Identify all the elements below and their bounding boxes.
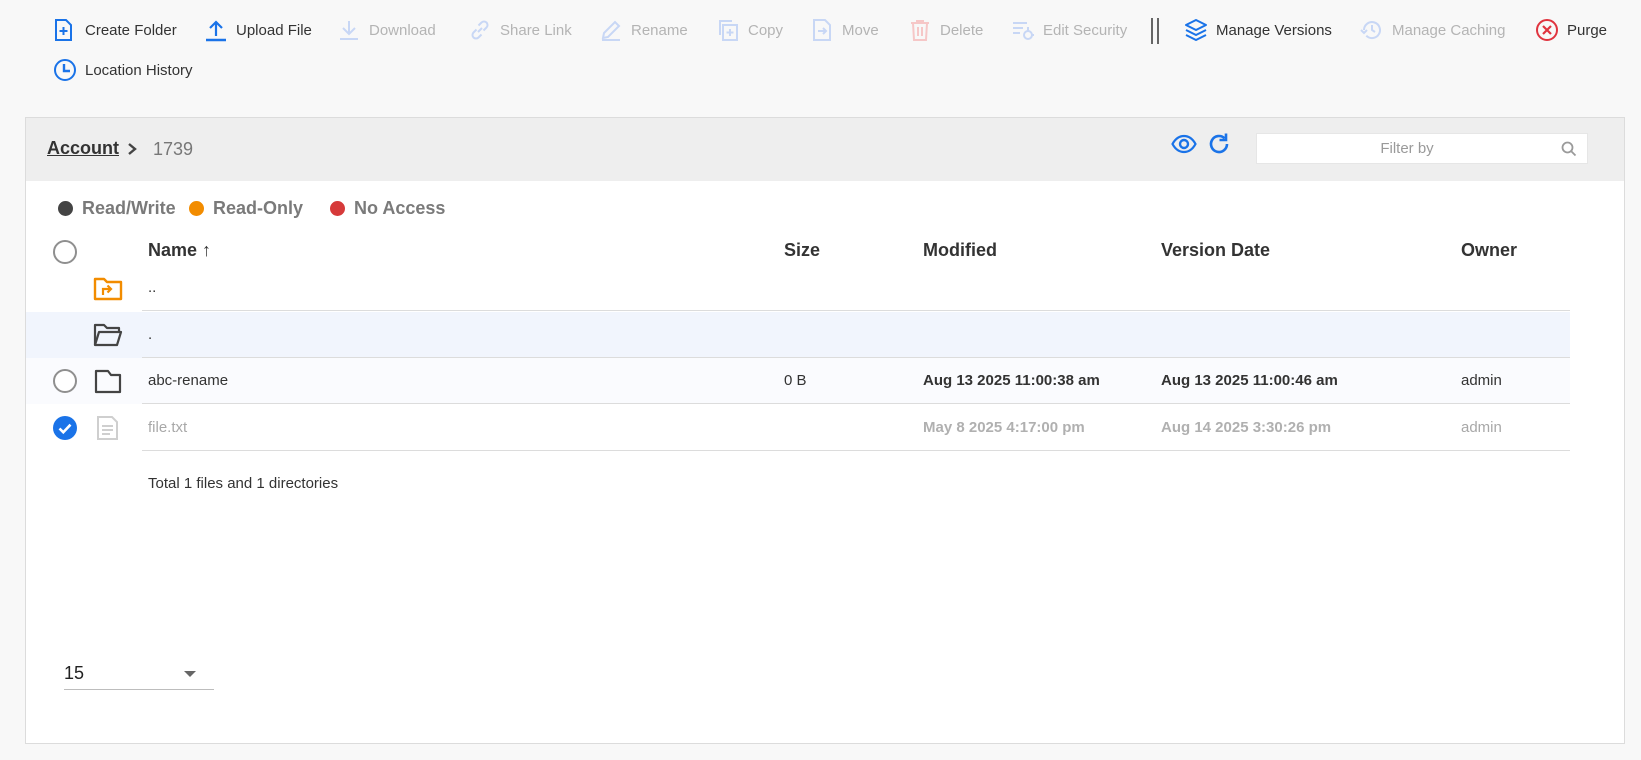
filter-box [1256, 133, 1588, 164]
legend-read-only: Read-Only [189, 198, 303, 219]
panel-header: Account 1739 [26, 118, 1624, 181]
history-icon [1360, 21, 1381, 40]
column-header-owner[interactable]: Owner [1461, 240, 1517, 261]
purge-button[interactable]: Purge [1535, 15, 1607, 45]
row-version-date: Aug 14 2025 3:30:26 pm [1161, 419, 1332, 436]
no-access-dot [330, 201, 345, 216]
upload-file-button[interactable]: Upload File [204, 15, 312, 45]
parent-folder-icon [93, 277, 123, 301]
upload-icon [206, 20, 226, 42]
row-owner: admin [1461, 372, 1502, 389]
row-select-checkbox-checked[interactable] [53, 416, 77, 440]
column-header-name[interactable]: Name ↑ [148, 240, 211, 261]
page-size-select[interactable]: 15 [64, 658, 214, 690]
close-circle-icon [1536, 19, 1558, 41]
manage-caching-button[interactable]: Manage Caching [1360, 15, 1505, 45]
trash-icon [911, 20, 929, 41]
column-header-version-date[interactable]: Version Date [1161, 240, 1270, 261]
total-summary: Total 1 files and 1 directories [148, 475, 339, 492]
row-owner: admin [1461, 419, 1502, 436]
refresh-icon[interactable] [1206, 131, 1232, 157]
row-name: file.txt [148, 419, 188, 436]
filter-input[interactable] [1257, 134, 1557, 163]
copy-button[interactable]: Copy [716, 15, 783, 45]
breadcrumb-account-link[interactable]: Account [47, 138, 119, 159]
create-folder-icon [55, 19, 72, 41]
column-header-modified[interactable]: Modified [923, 240, 997, 261]
rename-button[interactable]: Rename [599, 15, 688, 45]
row-divider [142, 310, 1570, 311]
move-icon [813, 19, 831, 41]
read-write-dot [58, 201, 73, 216]
row-version-date: Aug 13 2025 11:00:46 am [1161, 372, 1338, 389]
legend-no-access: No Access [330, 198, 445, 219]
file-icon [97, 416, 118, 440]
search-icon[interactable] [1561, 141, 1577, 157]
move-button[interactable]: Move [810, 15, 879, 45]
create-folder-button[interactable]: Create Folder [53, 15, 177, 45]
toolbar: Create Folder Upload File Download Share… [0, 0, 1641, 110]
pencil-icon [601, 20, 621, 41]
download-icon [340, 21, 358, 40]
row-select-radio[interactable] [53, 369, 77, 393]
read-only-dot [189, 201, 204, 216]
checkmark-icon [58, 423, 72, 435]
chevron-right-icon [128, 143, 137, 155]
breadcrumb-current: 1739 [153, 139, 194, 159]
column-header-size[interactable]: Size [784, 240, 820, 261]
toolbar-separator [1151, 18, 1161, 44]
row-divider [142, 450, 1570, 451]
row-modified: Aug 13 2025 11:00:38 am [923, 372, 1100, 389]
page-size-value: 15 [64, 663, 85, 683]
row-name: .. [148, 279, 157, 296]
manage-versions-button[interactable]: Manage Versions [1184, 15, 1332, 45]
sort-arrow-icon: ↑ [202, 240, 212, 260]
copy-icon [719, 20, 738, 41]
location-history-button[interactable]: Location History [53, 55, 193, 85]
legend-read-write: Read/Write [58, 198, 176, 219]
delete-button[interactable]: Delete [908, 15, 983, 45]
row-size: 0 B [784, 372, 807, 389]
link-icon [471, 20, 489, 40]
clock-icon [54, 59, 76, 81]
download-button[interactable]: Download [337, 15, 436, 45]
table-row[interactable]: .. [26, 265, 1570, 311]
layers-icon [1185, 19, 1207, 41]
share-link-button[interactable]: Share Link [468, 15, 572, 45]
dropdown-arrow-icon [184, 671, 196, 677]
folder-icon [94, 369, 122, 394]
open-folder-icon [93, 323, 123, 347]
table-row[interactable]: abc-rename 0 B Aug 13 2025 11:00:38 am A… [26, 358, 1570, 404]
eye-icon[interactable] [1171, 131, 1197, 157]
file-browser-panel: Account 1739 Read/Write Read-Only No Acc… [25, 117, 1625, 744]
select-all-radio[interactable] [53, 240, 77, 264]
row-name: . [148, 326, 153, 343]
table-row[interactable]: file.txt May 8 2025 4:17:00 pm Aug 14 20… [26, 405, 1570, 451]
row-name: abc-rename [148, 372, 229, 389]
table-row[interactable]: . [26, 312, 1570, 358]
security-icon [1013, 22, 1034, 40]
row-divider [142, 403, 1570, 404]
row-modified: May 8 2025 4:17:00 pm [923, 419, 1085, 436]
edit-security-button[interactable]: Edit Security [1011, 15, 1127, 45]
